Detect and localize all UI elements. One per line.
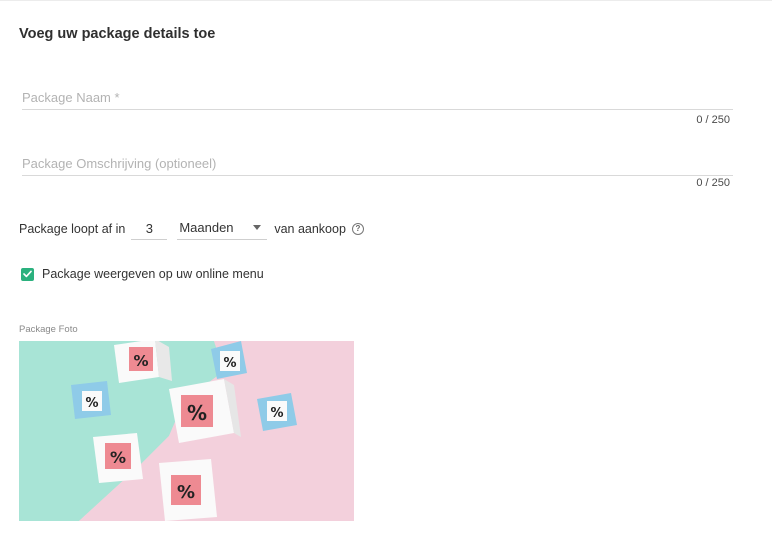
cube-left: %: [71, 381, 111, 419]
cube-right: %: [257, 393, 297, 431]
top-divider: [0, 0, 772, 1]
show-online-checkbox[interactable]: [21, 267, 34, 281]
svg-text:%: %: [223, 356, 236, 371]
cube-bottom-center: %: [159, 459, 217, 521]
question-circle-icon[interactable]: ?: [351, 223, 364, 235]
package-name-counter: 0 / 250: [696, 114, 730, 126]
cube-bottom-left: %: [93, 433, 143, 483]
svg-text:%: %: [187, 401, 207, 425]
expiry-row: Package loopt af in Maanden van aankoop …: [19, 217, 364, 241]
cube-center: %: [169, 379, 241, 443]
svg-text:%: %: [85, 396, 98, 411]
package-name-input[interactable]: [22, 90, 733, 110]
show-online-label: Package weergeven op uw online menu: [42, 267, 264, 281]
svg-text:%: %: [270, 406, 283, 421]
show-online-row[interactable]: Package weergeven op uw online menu: [21, 267, 264, 281]
check-icon: [23, 270, 32, 278]
svg-text:%: %: [110, 448, 126, 467]
cube-top: %: [114, 341, 172, 383]
caret-down-icon: [253, 225, 262, 230]
package-description-field[interactable]: [22, 155, 733, 176]
page-title: Voeg uw package details toe: [19, 26, 216, 42]
expiry-unit-value: Maanden: [179, 220, 234, 235]
expiry-quantity-input[interactable]: [131, 218, 168, 240]
expiry-label: Package loopt af in: [19, 222, 126, 236]
svg-text:%: %: [133, 352, 148, 370]
photo-label: Package Foto: [19, 324, 78, 335]
package-photo-image: % % % % % % %: [19, 341, 354, 521]
package-photo[interactable]: % % % % % % %: [19, 341, 354, 521]
expiry-unit-select[interactable]: Maanden: [177, 218, 268, 240]
package-name-field[interactable]: [22, 89, 733, 110]
package-description-input[interactable]: [22, 156, 733, 176]
package-description-counter: 0 / 250: [696, 177, 730, 189]
svg-text:%: %: [177, 482, 195, 503]
expiry-after-label: van aankoop: [274, 222, 346, 236]
